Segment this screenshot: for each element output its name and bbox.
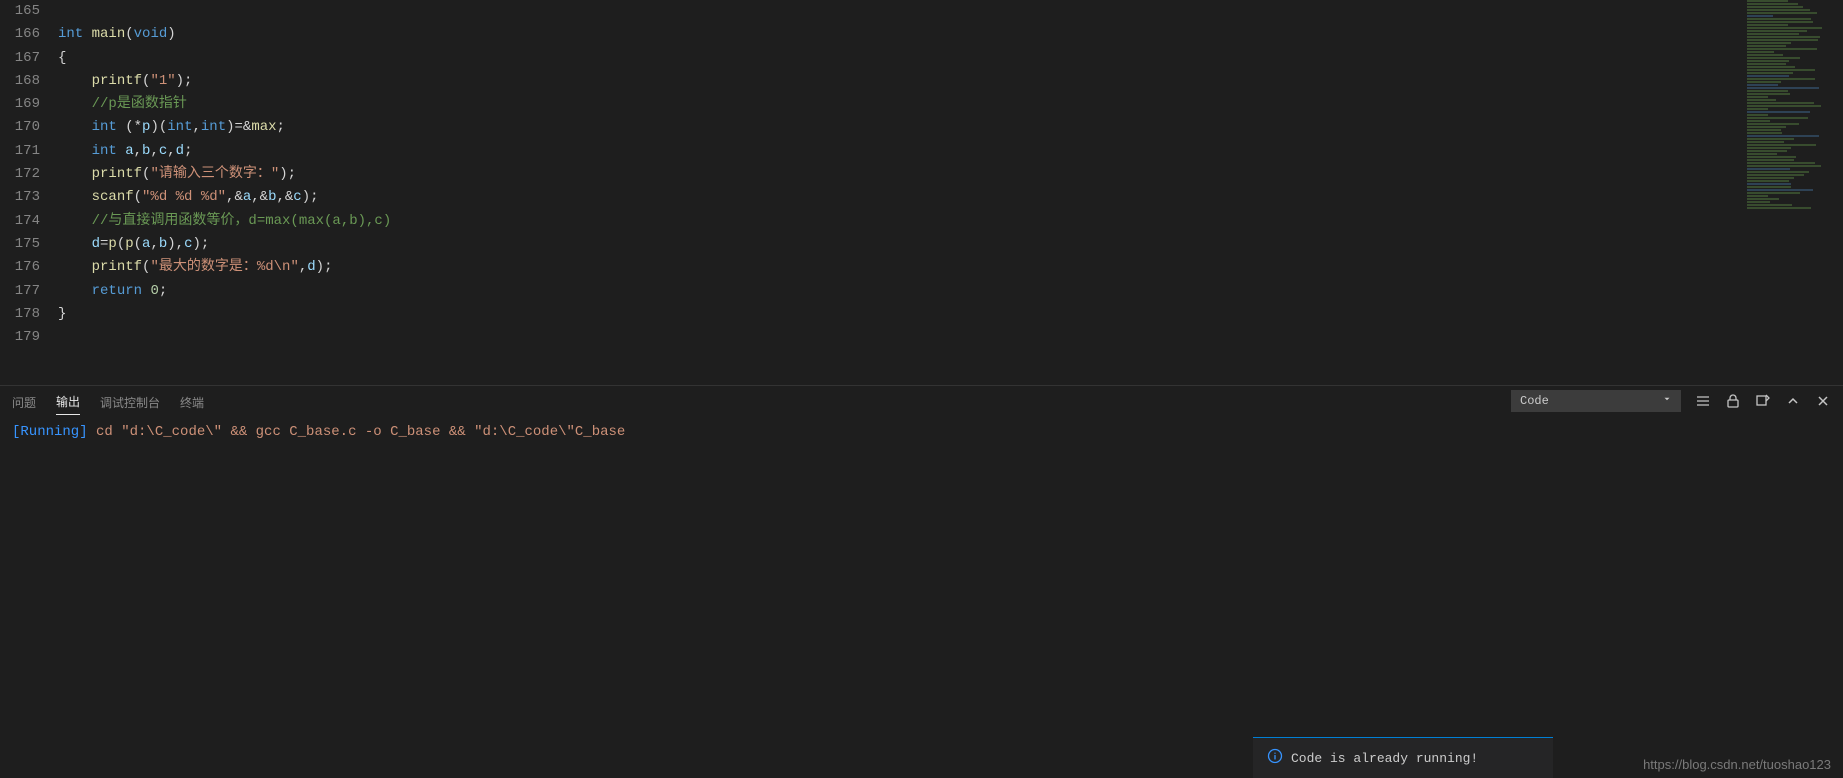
line-number: 168 (0, 70, 40, 93)
tab-output[interactable]: 输出 (56, 389, 80, 415)
lock-icon[interactable] (1725, 393, 1741, 409)
editor-pane: 1651661671681691701711721731741751761771… (0, 0, 1843, 385)
code-line[interactable]: } (58, 303, 1843, 326)
close-icon[interactable] (1815, 393, 1831, 409)
line-number: 175 (0, 233, 40, 256)
line-number: 165 (0, 0, 40, 23)
output-channel-value: Code (1520, 394, 1549, 408)
bottom-panel: 问题 输出 调试控制台 终端 Code (0, 385, 1843, 778)
output-body[interactable]: [Running] cd "d:\C_code\" && gcc C_base.… (0, 418, 1843, 446)
code-line[interactable]: { (58, 47, 1843, 70)
chevron-down-icon (1662, 394, 1672, 408)
panel-tabs: 问题 输出 调试控制台 终端 Code (0, 386, 1843, 418)
line-number: 179 (0, 326, 40, 349)
line-number: 166 (0, 23, 40, 46)
code-line[interactable]: printf("最大的数字是：%d\n",d); (58, 256, 1843, 279)
output-running-tag: [Running] (12, 424, 88, 440)
line-number: 176 (0, 256, 40, 279)
line-number: 169 (0, 93, 40, 116)
code-line[interactable] (58, 0, 1843, 23)
code-line[interactable]: //p是函数指针 (58, 93, 1843, 116)
toast-message: Code is already running! (1291, 751, 1478, 766)
line-number: 171 (0, 140, 40, 163)
code-area[interactable]: int main(void){ printf("1"); //p是函数指针 in… (58, 0, 1843, 385)
output-command: cd "d:\C_code\" && gcc C_base.c -o C_bas… (88, 424, 626, 440)
tab-debug-console[interactable]: 调试控制台 (100, 390, 160, 415)
code-line[interactable]: scanf("%d %d %d",&a,&b,&c); (58, 186, 1843, 209)
line-number: 178 (0, 303, 40, 326)
tab-terminal[interactable]: 终端 (180, 390, 204, 415)
code-line[interactable]: int main(void) (58, 23, 1843, 46)
watermark: https://blog.csdn.net/tuoshao123 (1643, 757, 1831, 772)
notification-toast[interactable]: Code is already running! (1253, 737, 1553, 778)
line-number: 167 (0, 47, 40, 70)
line-number-gutter: 1651661671681691701711721731741751761771… (0, 0, 58, 385)
line-number: 172 (0, 163, 40, 186)
code-line[interactable]: int (*p)(int,int)=&max; (58, 116, 1843, 139)
line-number: 174 (0, 210, 40, 233)
code-line[interactable]: printf("请输入三个数字："); (58, 163, 1843, 186)
code-line[interactable]: int a,b,c,d; (58, 140, 1843, 163)
info-icon (1267, 748, 1283, 768)
line-number: 173 (0, 186, 40, 209)
code-line[interactable] (58, 326, 1843, 349)
code-line[interactable]: d=p(p(a,b),c); (58, 233, 1843, 256)
tab-problems[interactable]: 问题 (12, 390, 36, 415)
list-icon[interactable] (1695, 393, 1711, 409)
chevron-up-icon[interactable] (1785, 393, 1801, 409)
line-number: 177 (0, 280, 40, 303)
code-line[interactable]: printf("1"); (58, 70, 1843, 93)
line-number: 170 (0, 116, 40, 139)
code-line[interactable]: return 0; (58, 280, 1843, 303)
panel-toolbar: Code (1511, 390, 1831, 412)
output-channel-select[interactable]: Code (1511, 390, 1681, 412)
code-line[interactable]: //与直接调用函数等价，d=max(max(a,b),c) (58, 210, 1843, 233)
clear-output-icon[interactable] (1755, 393, 1771, 409)
minimap[interactable] (1743, 0, 1843, 385)
